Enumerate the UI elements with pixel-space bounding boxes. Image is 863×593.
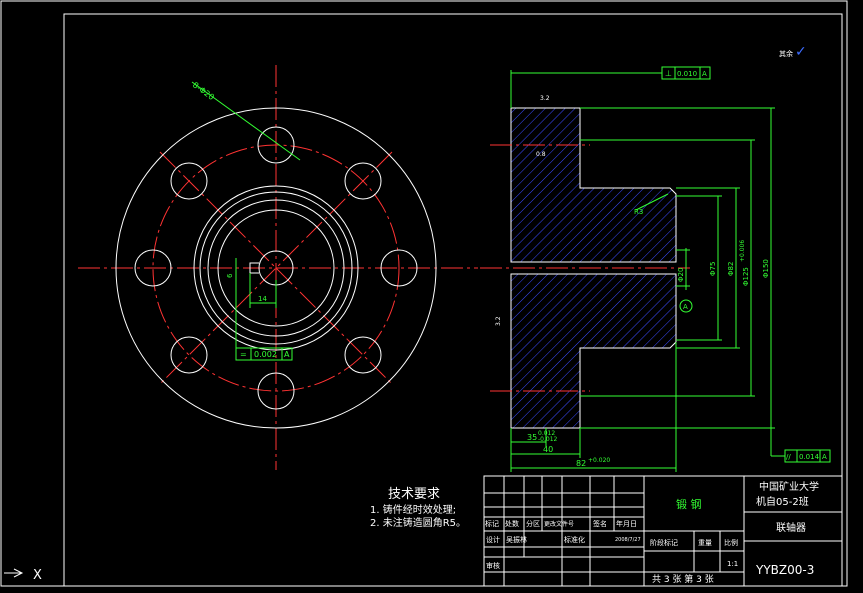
tb-sheet: 共 3 张 第 3 张: [652, 573, 714, 585]
tb-ratio: 比例: [724, 538, 738, 547]
tb-school: 中国矿业大学: [759, 480, 819, 493]
tb-h-date: 年月日: [616, 519, 637, 528]
ucs-x-label: X: [33, 568, 42, 583]
dia-150: Φ150: [762, 259, 770, 278]
dim-82: 82: [576, 459, 586, 468]
tb-h-mark: 标记: [485, 519, 499, 528]
gdt-left-symbol: =: [240, 350, 247, 359]
left-view: 8-Φ20 6 14 = 0.002 A: [78, 65, 478, 470]
dia-125: Φ125: [742, 267, 750, 286]
gdt-top-datum: A: [702, 70, 707, 78]
rough-mid: 0.8: [536, 151, 546, 158]
dim-35: 35: [527, 433, 537, 442]
rough-top: 3.2: [540, 95, 550, 102]
rough-left: 3.2: [495, 316, 502, 326]
ucs-icon: [4, 568, 24, 578]
tb-scale: 1:1: [727, 560, 738, 568]
gdt-bot-datum: A: [822, 453, 827, 461]
tb-design: 设计: [486, 535, 500, 544]
tb-h-sign: 签名: [593, 519, 607, 528]
gdt-top-value: 0.010: [677, 70, 697, 78]
datum-a-label: A: [683, 303, 688, 311]
dim-35-tol-dn: -0.012: [538, 436, 558, 443]
tb-class: 机自05-2班: [756, 495, 809, 508]
tb-h-file: 更改文件号: [544, 520, 574, 528]
notes-title: 技术要求: [388, 487, 441, 502]
gdt-bot-symbol: //: [786, 453, 791, 461]
hole-callout: 8-Φ20: [191, 80, 216, 102]
gdt-left-datum: A: [284, 350, 290, 359]
gdt-top-symbol: ⊥: [665, 69, 672, 78]
section-hatch-bottom: [510, 273, 677, 429]
bolt-hole-4: [344, 336, 382, 374]
right-view: ⊥ 0.010 A // 0.014 A 35 0.012 -0.012 40 …: [480, 66, 831, 472]
note-item-1: 1. 铸件经时效处理;: [370, 505, 457, 516]
tb-design-date: 2008/7/27: [615, 537, 641, 543]
tb-designer: 吴振林: [506, 535, 527, 544]
tb-weight: 重量: [698, 539, 712, 547]
surface-mark-symbol: ✓: [795, 44, 807, 60]
dim-82-tol: +0.020: [588, 457, 610, 464]
tb-stage: 阶段标记: [650, 538, 678, 547]
technical-requirements: 技术要求 1. 铸件经时效处理; 2. 未注铸造圆角R5。: [370, 488, 466, 530]
bolt-hole-6: [170, 336, 208, 374]
tb-h-zone: 分区: [526, 519, 540, 528]
tb-drawing-no: YYBZ00-3: [755, 563, 814, 577]
keyway-dim-l4: 14: [258, 295, 267, 303]
dia-82: Φ82: [727, 262, 735, 276]
tb-part-name: 联轴器: [776, 521, 806, 534]
dim-40: 40: [543, 445, 553, 454]
tb-material: 锻 钢: [676, 497, 702, 511]
note-item-2: 2. 未注铸造圆角R5。: [370, 518, 467, 529]
dia-20: Φ20: [677, 268, 685, 282]
dia-75: Φ75: [709, 262, 717, 276]
tb-standard: 标准化: [564, 535, 585, 544]
dia-125-tol: +0.006: [739, 240, 746, 262]
tb-review: 审核: [486, 561, 500, 570]
section-hatch-top: [510, 107, 677, 263]
dim-r3: R3: [634, 208, 643, 216]
surface-mark-label: 其余: [779, 49, 793, 58]
gdt-left-value: 0.002: [254, 350, 277, 359]
gdt-bot-value: 0.014: [799, 453, 820, 461]
keyway-dim-s: 6: [226, 273, 234, 278]
tb-h-count: 处数: [505, 519, 519, 528]
